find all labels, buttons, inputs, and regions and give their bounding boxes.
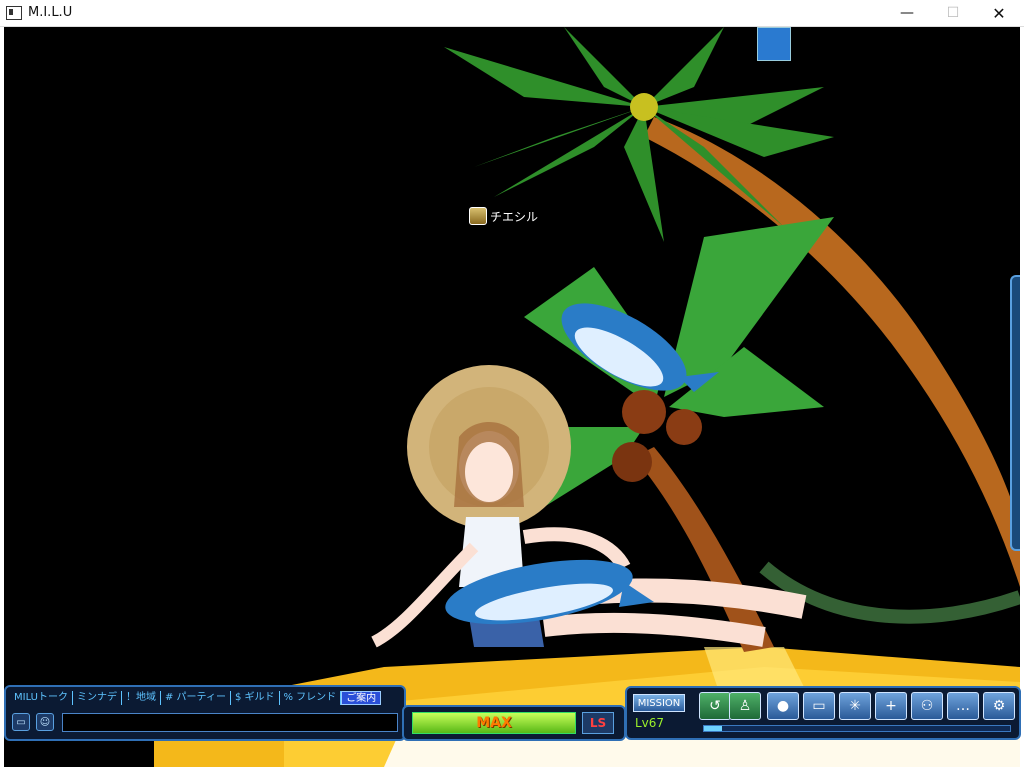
- dolphin-status-icon[interactable]: [757, 27, 791, 61]
- chat-tab-party[interactable]: # パーティー: [161, 691, 231, 705]
- chat-tab-guide[interactable]: ご案内: [341, 691, 382, 705]
- maximize-button[interactable]: ☐: [930, 0, 976, 26]
- player-level: Lv67: [635, 716, 665, 730]
- app-icon: [6, 6, 22, 20]
- warp-icon[interactable]: ↺: [699, 692, 731, 720]
- chat-tab-minnade[interactable]: ミンナデ: [73, 691, 122, 705]
- experience-fill: [704, 726, 723, 731]
- effect-icon[interactable]: ✳: [839, 692, 871, 720]
- character-name-tag[interactable]: チエシル: [469, 207, 538, 225]
- close-button[interactable]: ✕: [976, 0, 1022, 26]
- chat-tab-friend[interactable]: % フレンド: [280, 691, 342, 705]
- chat-tab-guild[interactable]: $ ギルド: [231, 691, 280, 705]
- emoticon-icon[interactable]: ☺: [36, 713, 54, 731]
- vehicle-icon[interactable]: ▭: [803, 692, 835, 720]
- experience-bar: [703, 725, 1011, 732]
- menu-panel: MISSION Lv67 ↺ ♙ ● ▭ ✳ + ⚇ … ⚙: [625, 686, 1021, 740]
- settings-icon[interactable]: ⚙: [983, 692, 1015, 720]
- chat-tab-milu-talk[interactable]: MILUトーク: [10, 691, 73, 705]
- max-gauge: MAX: [412, 712, 576, 734]
- chat-input[interactable]: [62, 713, 398, 732]
- game-viewport[interactable]: チエシル: [4, 27, 1020, 767]
- character-name: チエシル: [490, 209, 539, 224]
- party-icon[interactable]: ⚇: [911, 692, 943, 720]
- minimize-button[interactable]: —: [884, 0, 930, 26]
- gauge-label: MAX: [476, 715, 512, 731]
- chat-window-icon[interactable]: ▭: [12, 713, 30, 731]
- add-friend-icon[interactable]: +: [875, 692, 907, 720]
- side-panel-toggle[interactable]: [1010, 275, 1020, 551]
- chat-panel: MILUトーク ミンナデ ！地域 # パーティー $ ギルド % フレンド ご案…: [4, 685, 406, 741]
- gauge-panel: MAX LS: [402, 705, 626, 741]
- chat-channel-tabs: MILUトーク ミンナデ ！地域 # パーティー $ ギルド % フレンド ご案…: [10, 691, 382, 705]
- window-title-bar: M.I.L.U — ☐ ✕: [0, 0, 1024, 27]
- mission-button[interactable]: MISSION: [633, 694, 685, 712]
- chat-bubble-icon[interactable]: …: [947, 692, 979, 720]
- guild-badge-icon: [469, 207, 487, 225]
- window-title: M.I.L.U: [28, 5, 73, 20]
- chat-tab-area[interactable]: ！地域: [122, 691, 161, 705]
- ls-button[interactable]: LS: [582, 712, 614, 734]
- pose-icon[interactable]: ♙: [729, 692, 761, 720]
- character-icon[interactable]: ●: [767, 692, 799, 720]
- game-scene: [154, 27, 1020, 767]
